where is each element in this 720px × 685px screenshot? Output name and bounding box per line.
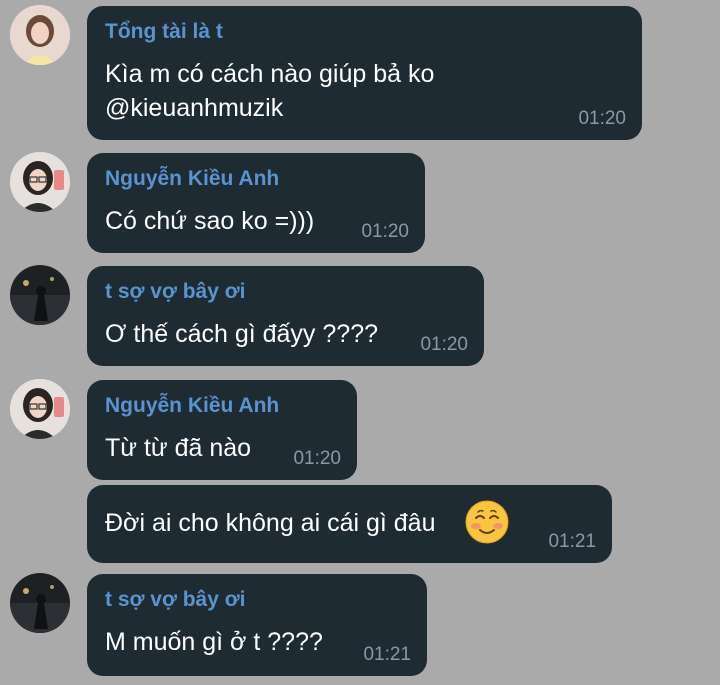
message-bubble[interactable]: Nguyễn Kiều Anh Từ từ đã nào 01:20 [87, 380, 357, 480]
girl-glasses-avatar-icon [10, 152, 70, 212]
message-bubble[interactable]: Đời ai cho không ai cái gì đâu 01:21 [87, 485, 612, 563]
message-timestamp: 01:20 [361, 221, 409, 242]
girl-glasses-avatar-icon [10, 379, 70, 439]
avatar[interactable] [10, 573, 70, 633]
message-timestamp: 01:21 [363, 644, 411, 665]
message-text[interactable]: @kieuanhmuzik [105, 92, 283, 124]
message-bubble[interactable]: t sợ vợ bây ơi M muốn gì ở t ???? 01:21 [87, 574, 427, 676]
smiling-face-emoji-icon [465, 500, 509, 544]
message-text: M muốn gì ở t ???? [105, 628, 323, 656]
message-timestamp: 01:20 [578, 108, 626, 129]
message-timestamp: 01:20 [420, 334, 468, 355]
chat-screen: Tổng tài là t Kìa m có cách nào giúp bả … [0, 0, 720, 685]
sender-name[interactable]: t sợ vợ bây ơi [105, 280, 246, 304]
message-timestamp: 01:21 [548, 531, 596, 552]
avatar[interactable] [10, 379, 70, 439]
message-bubble[interactable]: Tổng tài là t Kìa m có cách nào giúp bả … [87, 6, 642, 140]
sender-name[interactable]: Tổng tài là t [105, 20, 223, 44]
avatar[interactable] [10, 152, 70, 212]
message-text: Từ từ đã nào [105, 434, 252, 462]
message-bubble[interactable]: t sợ vợ bây ơi Ơ thế cách gì đấyy ???? 0… [87, 266, 484, 366]
message-timestamp: 01:20 [293, 448, 341, 469]
avatar[interactable] [10, 265, 70, 325]
message-text: Ơ thế cách gì đấyy ???? [105, 320, 378, 348]
sender-name[interactable]: Nguyễn Kiều Anh [105, 394, 279, 418]
sender-name[interactable]: t sợ vợ bây ơi [105, 588, 246, 612]
message-text: Đời ai cho không ai cái gì đâu [105, 509, 436, 537]
avatar[interactable] [10, 5, 70, 65]
message-text: Kìa m có cách nào giúp bả ko [105, 60, 435, 88]
dark-street-avatar-icon [10, 573, 70, 633]
message-text: Có chứ sao ko =))) [105, 207, 315, 235]
dark-street-avatar-icon [10, 265, 70, 325]
girl-selfie-avatar-icon [10, 5, 70, 65]
sender-name[interactable]: Nguyễn Kiều Anh [105, 167, 279, 191]
message-bubble[interactable]: Nguyễn Kiều Anh Có chứ sao ko =))) 01:20 [87, 153, 425, 253]
